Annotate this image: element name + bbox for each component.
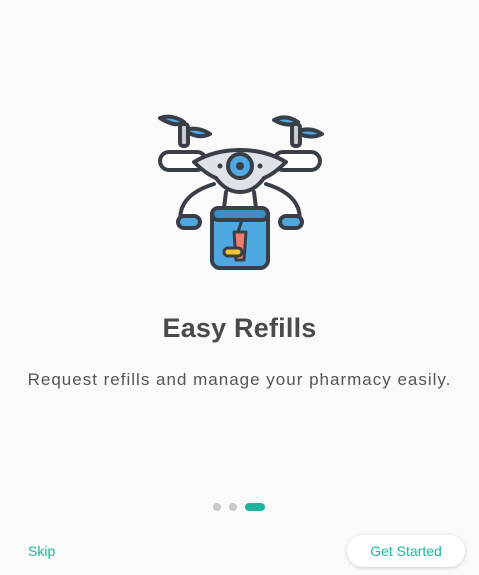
onboarding-screen: Easy Refills Request refills and manage … (0, 0, 479, 575)
page-dot-2[interactable] (229, 503, 237, 511)
page-indicator (213, 503, 265, 511)
page-subtitle: Request refills and manage your pharmacy… (27, 370, 452, 389)
page-dot-1[interactable] (213, 503, 221, 511)
package-box (210, 206, 270, 270)
get-started-button[interactable]: Get Started (347, 535, 465, 567)
skip-button[interactable]: Skip (28, 543, 55, 559)
drone-delivery-icon (158, 114, 324, 270)
page-title: Easy Refills (162, 313, 317, 343)
page-dot-3-active[interactable] (245, 503, 265, 511)
